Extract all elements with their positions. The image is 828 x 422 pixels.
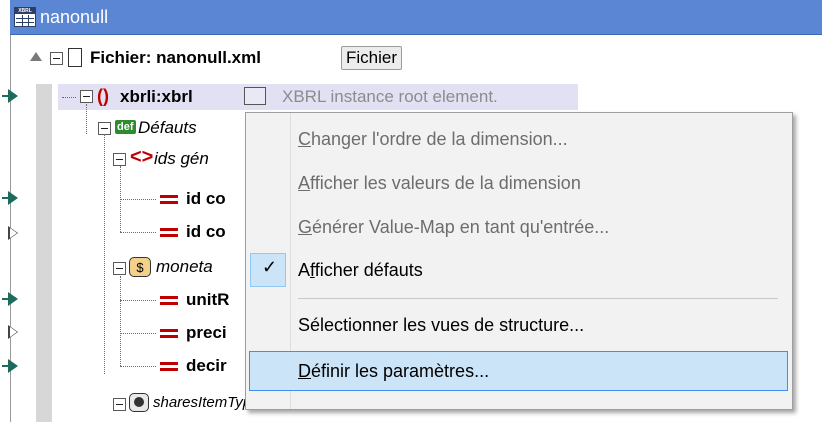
scroll-up-arrow-icon[interactable]: [30, 52, 42, 61]
output-connector-icon[interactable]: [8, 292, 18, 306]
output-connector-icon[interactable]: [8, 191, 18, 205]
id-item-label: id co: [186, 189, 226, 208]
collapse-monetary-toggle[interactable]: [113, 262, 126, 275]
menu-item-generate-value-map[interactable]: Générer Value-Map en tant qu'entrée...: [298, 215, 609, 239]
context-menu: Changer l'ordre de la dimension... Affic…: [245, 112, 793, 410]
root-annotation: XBRL instance root element.: [282, 87, 498, 106]
element-icon: <>: [130, 146, 154, 168]
collapse-ids-toggle[interactable]: [113, 153, 126, 166]
output-connector-icon[interactable]: [8, 359, 18, 373]
attribute-icon: [160, 226, 178, 238]
file-button[interactable]: Fichier: [341, 46, 403, 70]
element-icon: (): [97, 86, 109, 106]
shares-label: sharesItemType: [153, 394, 260, 411]
collapse-shares-toggle[interactable]: [113, 398, 126, 411]
input-connector-icon[interactable]: [8, 325, 18, 339]
xbrl-file-icon: XBRL: [14, 7, 36, 27]
id-item-label: id co: [186, 222, 226, 241]
precision-item-label: preci: [186, 323, 227, 342]
monetary-label: moneta: [156, 257, 213, 276]
menu-separator: [298, 298, 778, 299]
menu-item-change-dimension-order[interactable]: Changer l'ordre de la dimension...: [298, 127, 568, 151]
menu-item-show-defaults[interactable]: Afficher défauts: [298, 258, 423, 282]
attribute-icon: [160, 193, 178, 205]
menu-item-show-dimension-values[interactable]: Afficher les valeurs de la dimension: [298, 171, 581, 195]
tree-gutter: [36, 84, 52, 422]
file-icon: [68, 48, 82, 67]
output-connector-icon[interactable]: [8, 89, 18, 103]
decimals-item-label: decir: [186, 356, 227, 375]
component-title-bar[interactable]: [10, 0, 822, 35]
menu-item-define-parameters[interactable]: Définir les paramètres...: [298, 359, 489, 383]
defaults-badge-icon: def: [115, 120, 136, 134]
unit-item-label: unitR: [186, 290, 230, 309]
checkmark-icon: ✓: [262, 257, 278, 277]
menu-item-select-structure-views[interactable]: Sélectionner les vues de structure...: [298, 313, 584, 337]
attribute-icon: [160, 327, 178, 339]
shares-type-icon: [129, 393, 149, 412]
component-title: nanonull: [40, 7, 109, 27]
attribute-icon: [160, 360, 178, 372]
attribute-icon: [160, 294, 178, 306]
file-label: Fichier: nanonull.xml: [90, 48, 261, 67]
annotation-icon: [244, 87, 266, 105]
defaults-label: Défauts: [138, 118, 197, 137]
currency-icon: $: [129, 257, 151, 277]
collapse-root-toggle[interactable]: [80, 90, 93, 103]
input-connector-icon[interactable]: [8, 226, 18, 240]
root-element-label: xbrli:xbrl: [120, 87, 193, 106]
collapse-file-toggle[interactable]: [50, 52, 63, 65]
ids-label: ids gén: [154, 149, 209, 168]
